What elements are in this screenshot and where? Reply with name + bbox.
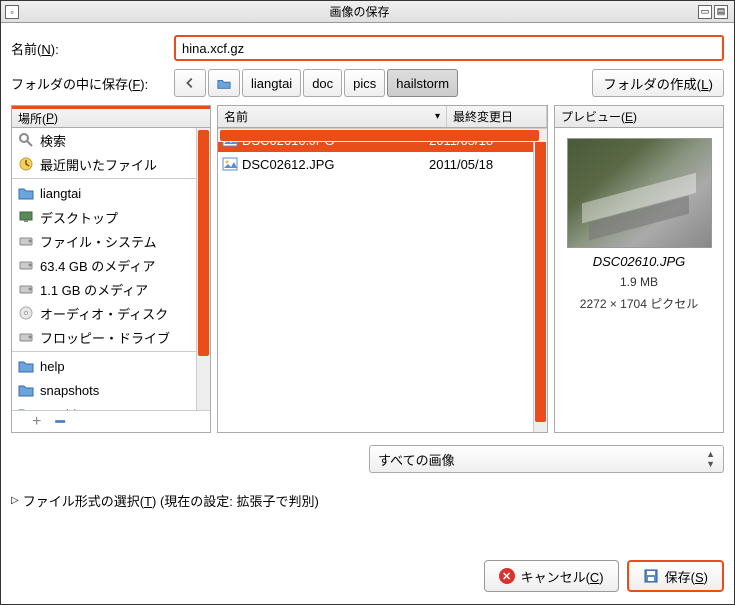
path-home-button[interactable] <box>208 69 240 97</box>
search-icon <box>18 132 34 148</box>
place-item[interactable]: 63.4 GB のメディア <box>12 253 196 277</box>
filelist-hscrollbar[interactable] <box>218 128 547 142</box>
place-item[interactable]: 最近開いたファイル <box>12 152 196 176</box>
create-folder-button[interactable]: フォルダの作成(L) <box>592 69 724 97</box>
path-segment[interactable]: doc <box>303 69 342 97</box>
place-label: liangtai <box>40 186 81 201</box>
chevron-down-icon: ▲▼ <box>706 449 715 469</box>
place-item[interactable]: フロッピー・ドライブ <box>12 325 196 349</box>
drive-icon <box>18 233 34 249</box>
place-label: 最近開いたファイル <box>40 155 157 174</box>
filetype-expander[interactable]: ▷ ファイル形式の選択(T) (現在の設定: 拡張子で判別) <box>11 491 724 510</box>
places-scrollbar[interactable] <box>196 128 210 410</box>
path-back-button[interactable] <box>174 69 206 97</box>
preview-filename: DSC02610.JPG <box>593 254 686 269</box>
cancel-button[interactable]: ✕ キャンセル(C) <box>484 560 619 592</box>
sort-indicator-icon: ▾ <box>435 111 440 122</box>
folder-icon <box>18 358 34 374</box>
preview-thumbnail <box>567 138 712 248</box>
drive-icon <box>18 281 34 297</box>
place-item[interactable]: 1.1 GB のメディア <box>12 277 196 301</box>
file-date: 2011/05/18 <box>429 157 529 172</box>
image-icon <box>222 156 238 172</box>
column-name-header[interactable]: 名前▾ <box>218 106 447 127</box>
filelist-vscrollbar[interactable] <box>533 128 547 432</box>
cancel-icon: ✕ <box>499 568 515 584</box>
maximize-icon[interactable]: ▤ <box>714 5 728 19</box>
place-label: snapshots <box>40 383 99 398</box>
drive-icon <box>18 329 34 345</box>
file-list-panel: 名前▾ 最終変更日 DSC02610.JPG2011/05/18DSC02612… <box>217 105 548 433</box>
recent-icon <box>18 156 34 172</box>
add-place-button[interactable]: + <box>32 413 41 431</box>
desktop-icon <box>18 209 34 225</box>
path-segment[interactable]: liangtai <box>242 69 301 97</box>
folder-label: フォルダの中に保存(F): <box>11 74 166 93</box>
window-title: 画像の保存 <box>21 3 698 20</box>
preview-panel: プレビュー(E) DSC02610.JPG 1.9 MB 2272 × 1704… <box>554 105 724 433</box>
column-date-header[interactable]: 最終変更日 <box>447 106 547 127</box>
breadcrumb: liangtai doc pics hailstorm <box>174 69 458 97</box>
disc-icon <box>18 305 34 321</box>
filetype-filter-select[interactable]: すべての画像 ▲▼ <box>369 445 724 473</box>
places-footer: + ━ <box>12 410 210 432</box>
file-row[interactable]: DSC02612.JPG 2011/05/18 <box>218 152 533 176</box>
place-item[interactable]: デスクトップ <box>12 205 196 229</box>
drive-icon <box>18 257 34 273</box>
save-icon <box>643 568 659 584</box>
titlebar: ▫ 画像の保存 ▭ ▤ <box>1 1 734 23</box>
triangle-right-icon: ▷ <box>11 495 19 506</box>
preview-filesize: 1.9 MB <box>620 275 658 289</box>
place-label: 1.1 GB のメディア <box>40 280 148 299</box>
place-item[interactable]: 検索 <box>12 128 196 152</box>
folder-icon <box>18 382 34 398</box>
place-item[interactable]: オーディオ・ディスク <box>12 301 196 325</box>
path-segment[interactable]: pics <box>344 69 385 97</box>
folder-icon <box>18 406 34 410</box>
place-label: デスクトップ <box>40 208 118 227</box>
window-menu-icon[interactable]: ▫ <box>5 5 19 19</box>
preview-dimensions: 2272 × 1704 ピクセル <box>580 295 698 312</box>
save-button[interactable]: 保存(S) <box>627 560 724 592</box>
place-label: ファイル・システム <box>40 232 157 251</box>
place-label: help <box>40 359 65 374</box>
folder-icon <box>18 185 34 201</box>
minimize-icon[interactable]: ▭ <box>698 5 712 19</box>
places-header[interactable]: 場所(P) <box>12 106 210 128</box>
place-label: フロッピー・ドライブ <box>40 328 170 347</box>
place-label: オーディオ・ディスク <box>40 304 168 323</box>
file-name: DSC02612.JPG <box>242 157 425 172</box>
place-label: 検索 <box>40 131 66 150</box>
place-item[interactable]: liangtai <box>12 181 196 205</box>
remove-place-button[interactable]: ━ <box>55 412 65 432</box>
place-label: 63.4 GB のメディア <box>40 256 155 275</box>
places-panel: 場所(P) 検索最近開いたファイル liangtai デスクトップファイル・システム… <box>11 105 211 433</box>
name-label: 名前(N): <box>11 39 166 58</box>
path-segment[interactable]: hailstorm <box>387 69 458 97</box>
preview-header: プレビュー(E) <box>555 106 723 128</box>
place-item[interactable]: help <box>12 354 196 378</box>
place-item[interactable]: ファイル・システム <box>12 229 196 253</box>
save-dialog: ▫ 画像の保存 ▭ ▤ 名前(N): フォルダの中に保存(F): liangta… <box>0 0 735 605</box>
filename-input[interactable] <box>174 35 724 61</box>
place-item[interactable]: graphics <box>12 402 196 410</box>
place-label: graphics <box>40 407 89 411</box>
place-item[interactable]: snapshots <box>12 378 196 402</box>
